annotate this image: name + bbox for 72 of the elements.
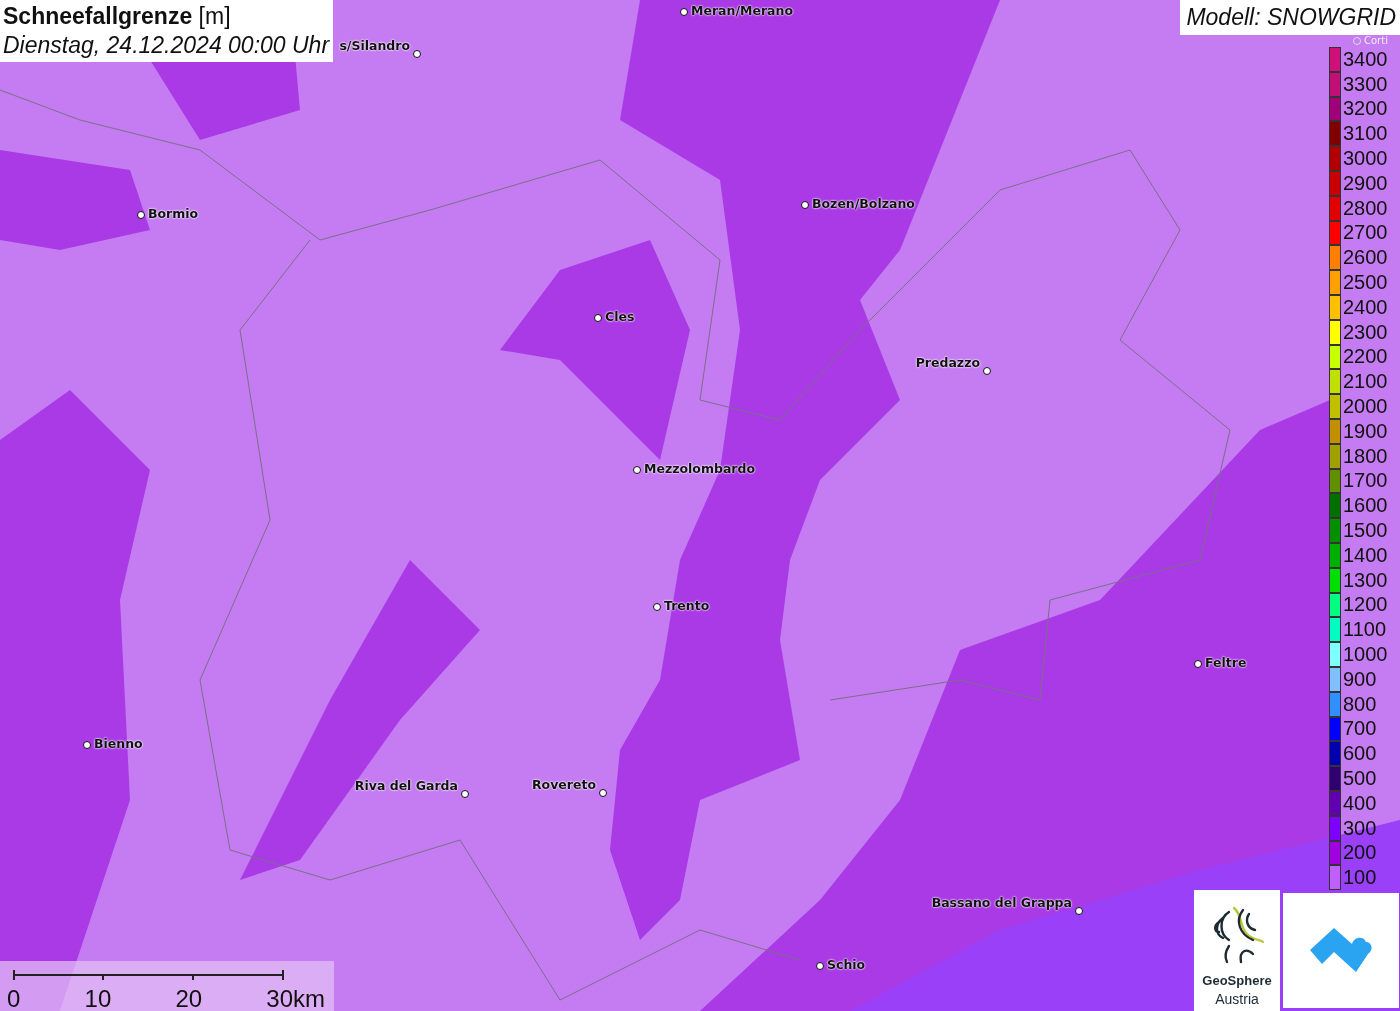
city-label: Mezzolombardo xyxy=(644,461,756,477)
legend-value: 700 xyxy=(1343,717,1377,741)
city-marker-icon xyxy=(599,789,607,797)
legend-value: 1200 xyxy=(1343,593,1388,617)
scale-label: 0 xyxy=(7,985,21,1011)
legend-value: 2400 xyxy=(1343,295,1388,319)
city-marker-icon xyxy=(594,314,602,322)
legend-value: 3200 xyxy=(1343,97,1388,121)
city-label: Feltre xyxy=(1205,655,1247,671)
legend-value: 2200 xyxy=(1343,345,1388,369)
legend-value: 2900 xyxy=(1343,171,1388,195)
legend-value: 2000 xyxy=(1343,395,1388,419)
scale-label: 20 xyxy=(175,985,203,1011)
legend-value: 3000 xyxy=(1343,147,1388,171)
legend-value: 2100 xyxy=(1343,370,1388,394)
legend-value: 2300 xyxy=(1343,320,1388,344)
city-label: Meran/Merano xyxy=(691,3,793,19)
legend-value: 1500 xyxy=(1343,519,1388,543)
city-marker-icon xyxy=(1075,907,1083,915)
city-label: Bassano del Grappa xyxy=(931,895,1072,911)
legend-value: 1600 xyxy=(1343,494,1388,518)
city-marker-icon xyxy=(680,8,688,16)
city-marker-icon xyxy=(137,211,145,219)
logo-subtitle: Austria xyxy=(1215,990,1259,1008)
city-label: s/Silandro xyxy=(339,38,410,54)
legend-value: 1000 xyxy=(1343,643,1388,666)
legend-value: 1800 xyxy=(1343,444,1388,468)
city-label: Trento xyxy=(664,598,710,614)
city-label: Corti xyxy=(1364,35,1388,47)
legend-value: 2500 xyxy=(1343,271,1388,295)
legend-value: 3100 xyxy=(1343,122,1388,146)
city-marker-icon xyxy=(653,603,661,611)
city-marker-icon xyxy=(461,790,469,798)
map-title: Schneefallgrenze [m] xyxy=(3,2,232,31)
legend-value: 1100 xyxy=(1343,618,1386,642)
city-label: Predazzo xyxy=(915,355,980,371)
city-label: Bormio xyxy=(148,206,199,222)
logo-wordmark: GeoSphere xyxy=(1202,972,1272,990)
scale-label: 10 xyxy=(84,985,112,1011)
scale-label: 30km xyxy=(266,985,325,1011)
legend-value: 500 xyxy=(1343,767,1377,790)
city-marker-icon xyxy=(816,962,824,970)
legend-value: 600 xyxy=(1343,742,1377,766)
legend-value: 400 xyxy=(1343,791,1377,815)
legend-value: 1700 xyxy=(1343,469,1388,493)
city-marker-icon xyxy=(413,50,421,58)
legend-value: 2800 xyxy=(1343,196,1388,220)
city-marker-icon xyxy=(801,201,809,209)
city-marker-icon xyxy=(83,741,91,749)
legend-value: 100 xyxy=(1343,866,1377,890)
legend-value: 1300 xyxy=(1343,568,1388,592)
city-marker-icon xyxy=(983,367,991,375)
legend-value: 200 xyxy=(1343,841,1377,865)
city-label: Cles xyxy=(605,309,635,325)
city-label: Bozen/Bolzano xyxy=(812,196,915,212)
legend-value: 3400 xyxy=(1343,47,1388,71)
city-marker-icon xyxy=(633,466,641,474)
legend-value: 1400 xyxy=(1343,543,1388,567)
legend-value: 2600 xyxy=(1343,246,1388,270)
legend-value: 3300 xyxy=(1343,72,1388,96)
city-marker-icon xyxy=(1194,660,1202,668)
legend-value: 900 xyxy=(1343,667,1377,691)
city-label: Schio xyxy=(827,957,866,973)
city-label: Riva del Garda xyxy=(354,778,458,794)
legend-value: 800 xyxy=(1343,692,1377,716)
map-date: Dienstag, 24.12.2024 00:00 Uhr xyxy=(3,31,330,60)
model-label: Modell: SNOWGRID xyxy=(1180,0,1400,35)
city-label: Bienno xyxy=(94,736,143,752)
legend-value: 300 xyxy=(1343,816,1377,840)
city-label: Rovereto xyxy=(531,777,596,793)
legend-value: 2700 xyxy=(1343,221,1388,245)
legend-value: 1900 xyxy=(1343,419,1388,443)
